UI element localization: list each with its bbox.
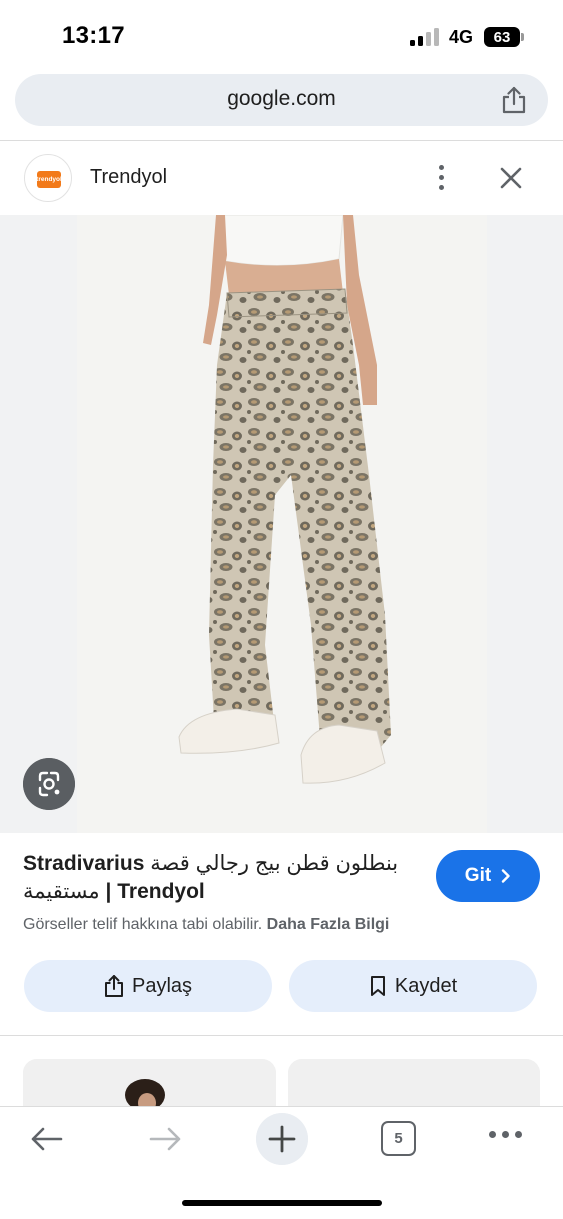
share-icon[interactable] xyxy=(500,85,528,115)
divider xyxy=(0,1035,563,1036)
more-info-link[interactable]: Daha Fazla Bilgi xyxy=(267,916,390,933)
bookmark-icon xyxy=(370,976,385,996)
tab-switcher-icon[interactable]: 5 xyxy=(381,1121,416,1156)
battery-nub xyxy=(521,33,524,41)
google-lens-icon[interactable] xyxy=(23,758,75,810)
cellular-signal-icon xyxy=(410,28,440,46)
tab-count: 5 xyxy=(394,1130,403,1147)
arrow-back-icon[interactable] xyxy=(27,1121,67,1157)
url-text[interactable]: google.com xyxy=(15,87,548,111)
address-bar[interactable]: google.com xyxy=(15,74,548,126)
source-name[interactable]: Trendyol xyxy=(90,166,167,189)
visit-button[interactable]: Git xyxy=(436,850,540,902)
save-button[interactable]: Kaydet xyxy=(289,960,537,1012)
share-button-label: Paylaş xyxy=(131,974,193,997)
image-viewer[interactable] xyxy=(0,215,563,833)
result-title[interactable]: Stradivarius بنطلون قطن بيج رجالي قصة مس… xyxy=(23,850,423,906)
copyright-text: Görseller telif hakkına tabi olabilir. xyxy=(23,916,267,933)
source-header: trendyol Trendyol xyxy=(0,141,563,215)
share-button[interactable]: Paylaş xyxy=(24,960,272,1012)
more-vert-icon[interactable] xyxy=(428,163,454,193)
chevron-right-icon xyxy=(501,869,510,883)
close-icon[interactable] xyxy=(497,164,525,192)
battery-icon: 63 xyxy=(484,27,520,47)
copyright-notice: Görseller telif hakkına tabi olabilir. D… xyxy=(23,916,389,934)
network-type: 4G xyxy=(449,27,474,47)
save-button-label: Kaydet xyxy=(394,974,458,997)
status-bar: 13:17 4G 63 xyxy=(0,0,563,70)
trendyol-logo: trendyol xyxy=(36,171,62,188)
battery-level: 63 xyxy=(493,28,511,46)
result-title-suffix: | Trendyol xyxy=(99,880,205,903)
arrow-forward-icon[interactable] xyxy=(145,1121,185,1157)
plus-icon[interactable] xyxy=(256,1113,308,1165)
share-icon xyxy=(104,975,123,997)
home-indicator[interactable] xyxy=(182,1200,382,1206)
more-horiz-icon[interactable] xyxy=(487,1131,525,1141)
result-title-brand: Stradivarius xyxy=(23,852,151,875)
source-logo[interactable]: trendyol xyxy=(24,154,72,202)
product-image[interactable] xyxy=(77,215,487,833)
status-time: 13:17 xyxy=(62,22,125,49)
visit-button-label: Git xyxy=(464,865,492,886)
